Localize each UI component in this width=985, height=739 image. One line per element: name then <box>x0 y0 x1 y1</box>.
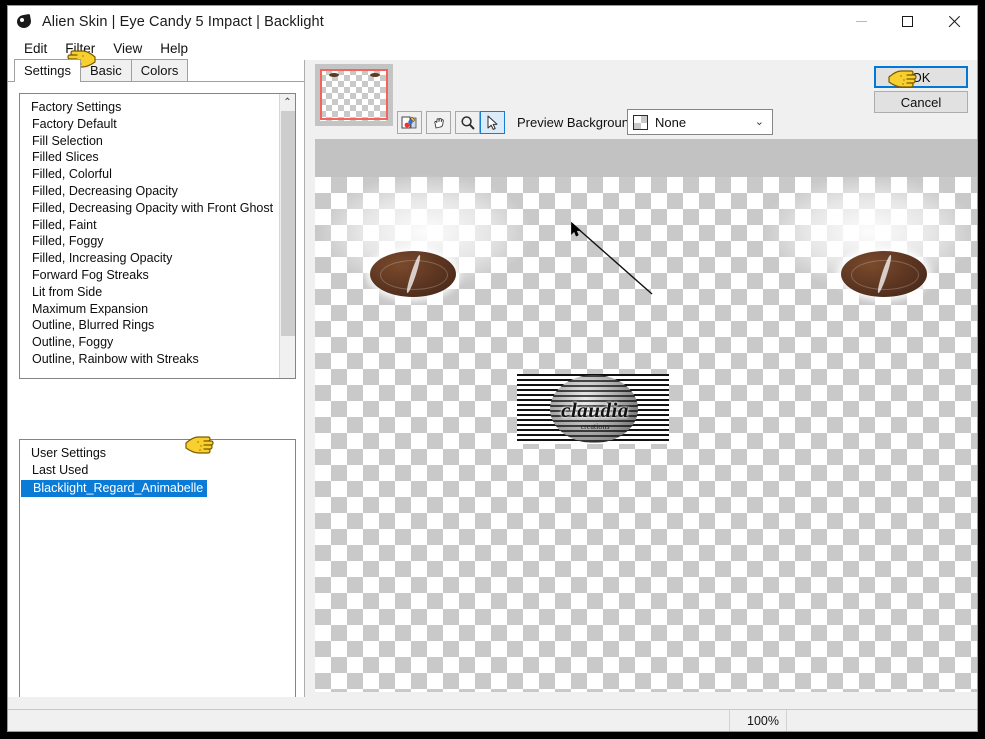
tab-settings[interactable]: Settings <box>14 59 81 82</box>
claudia-watermark: claudia creations <box>517 374 669 444</box>
plugin-dialog-window: Alien Skin | Eye Candy 5 Impact | Backli… <box>7 5 978 732</box>
list-item[interactable]: Last Used <box>20 462 295 479</box>
list-item[interactable]: Outline, Rainbow with Streaks <box>20 351 280 368</box>
arrow-cursor-icon <box>487 115 498 130</box>
color-picker-icon <box>401 116 417 128</box>
tab-strip: Settings Basic Colors <box>8 59 304 82</box>
list-item[interactable]: Filled, Colorful <box>20 166 280 183</box>
list-item[interactable]: Maximum Expansion <box>20 301 280 318</box>
menu-item-help[interactable]: Help <box>151 39 197 59</box>
tab-colors[interactable]: Colors <box>130 59 189 81</box>
list-item[interactable]: Filled, Foggy <box>20 233 280 250</box>
preview-background-value: None <box>655 114 687 130</box>
menu-item-edit[interactable]: Edit <box>15 39 56 59</box>
list-item[interactable]: Lit from Side <box>20 284 280 301</box>
window-title: Alien Skin | Eye Candy 5 Impact | Backli… <box>42 14 324 30</box>
hand-tool-button[interactable] <box>426 111 451 134</box>
scroll-up-icon[interactable]: ⌃ <box>280 94 295 110</box>
list-item[interactable]: Outline, Foggy <box>20 334 280 351</box>
menu-bar: Edit Filter View Help <box>8 38 977 60</box>
watermark-text: claudia <box>561 398 629 422</box>
coffee-bean-left[interactable] <box>370 251 456 297</box>
alien-skin-teardrop-icon <box>15 13 33 30</box>
ok-button[interactable]: OK <box>874 66 968 88</box>
settings-panel: Settings Basic Colors Factory Settings F… <box>8 59 305 729</box>
list-item[interactable]: Factory Default <box>20 116 280 133</box>
user-settings-header: User Settings <box>31 446 107 460</box>
chevron-down-icon[interactable]: ⌄ <box>755 115 764 128</box>
transparency-swatch-icon <box>633 114 648 130</box>
maximize-icon <box>901 16 913 27</box>
minimize-icon <box>855 21 867 22</box>
status-extra-cell <box>787 710 977 731</box>
title-bar: Alien Skin | Eye Candy 5 Impact | Backli… <box>8 6 977 38</box>
factory-settings-header: Factory Settings <box>31 100 122 114</box>
factory-settings-listbox[interactable]: Factory Settings Factory Default Fill Se… <box>19 93 296 379</box>
arrow-select-tool-button[interactable] <box>480 111 505 134</box>
watermark-subtext: creations <box>580 422 610 431</box>
user-settings-listbox[interactable]: User Settings Last Used Blacklight_Regar… <box>19 439 296 729</box>
hand-icon <box>433 117 444 128</box>
list-item[interactable]: Outline, Blurred Rings <box>20 317 280 334</box>
menu-item-filter[interactable]: Filter <box>56 39 104 59</box>
list-item[interactable]: Filled, Decreasing Opacity <box>20 183 280 200</box>
bottom-filler-strip <box>8 697 977 709</box>
list-item[interactable]: Filled, Decreasing Opacity with Front Gh… <box>20 200 280 217</box>
coffee-bean-right[interactable] <box>841 251 927 297</box>
preview-panel: Preview Background: None ⌄ OK Cancel cla… <box>305 60 977 711</box>
magnifier-icon <box>460 115 475 130</box>
scrollbar-thumb[interactable] <box>281 111 295 336</box>
cancel-button[interactable]: Cancel <box>874 91 968 113</box>
maximize-button[interactable] <box>884 6 930 37</box>
list-item[interactable]: Filled, Faint <box>20 217 280 234</box>
tab-basic[interactable]: Basic <box>79 59 132 81</box>
navigator-viewport-rect[interactable] <box>320 69 388 120</box>
navigator-thumbnail[interactable] <box>315 64 393 126</box>
status-message-cell <box>8 710 730 731</box>
status-bar: 100% <box>8 709 977 731</box>
close-button[interactable] <box>930 6 976 37</box>
minimize-button[interactable] <box>838 6 884 37</box>
list-item[interactable]: Fill Selection <box>20 133 280 150</box>
preview-background-select[interactable]: None ⌄ <box>627 109 773 135</box>
close-icon <box>947 15 960 28</box>
menu-item-view[interactable]: View <box>104 39 151 59</box>
canvas-top-band <box>315 139 977 177</box>
preview-background-label: Preview Background: <box>517 115 640 130</box>
list-item[interactable]: Filled Slices <box>20 149 280 166</box>
list-item[interactable]: Filled, Increasing Opacity <box>20 250 280 267</box>
list-item[interactable]: Forward Fog Streaks <box>20 267 280 284</box>
factory-list-scrollbar[interactable]: ⌃ <box>279 94 295 378</box>
zoom-level-cell: 100% <box>730 710 787 731</box>
mouse-arrow-cursor-icon <box>571 222 582 237</box>
zoom-tool-button[interactable] <box>455 111 480 134</box>
color-picker-tool-button[interactable] <box>397 111 422 134</box>
list-item-selected[interactable]: Blacklight_Regard_Animabelle <box>21 480 208 497</box>
